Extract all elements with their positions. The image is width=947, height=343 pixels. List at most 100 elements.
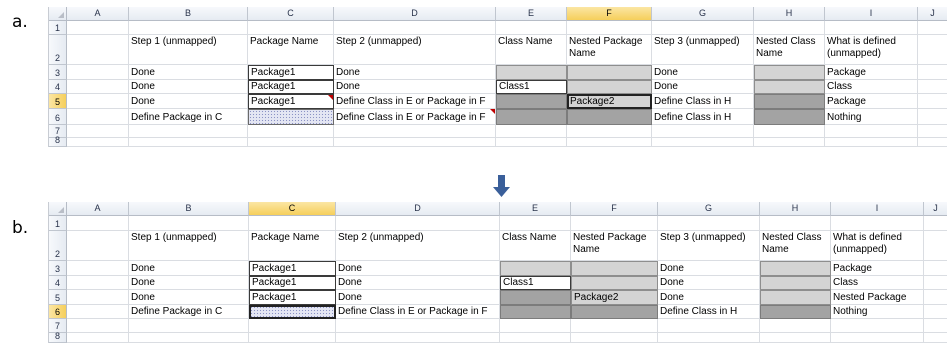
grid-cell[interactable] xyxy=(825,125,918,138)
header-cell-h[interactable]: Nested Class Name xyxy=(760,231,831,261)
cell-d5[interactable]: Done xyxy=(336,290,500,305)
column-header-i[interactable]: I xyxy=(831,202,924,216)
column-header-h[interactable]: H xyxy=(760,202,831,216)
grid-cell[interactable] xyxy=(334,138,496,147)
header-cell-b[interactable]: Step 1 (unmapped) xyxy=(129,231,249,261)
grid-cell[interactable] xyxy=(754,21,825,35)
header-cell-g[interactable]: Step 3 (unmapped) xyxy=(658,231,760,261)
column-header-a[interactable]: A xyxy=(67,202,129,216)
header-cell-h[interactable]: Nested Class Name xyxy=(754,35,825,65)
grid-cell[interactable] xyxy=(924,305,947,319)
column-header-e[interactable]: E xyxy=(496,7,567,21)
grid-cell[interactable] xyxy=(918,94,947,109)
grid-cell[interactable] xyxy=(67,216,129,231)
cell-c6[interactable] xyxy=(249,305,336,319)
grid-cell[interactable] xyxy=(918,35,947,65)
column-header-d[interactable]: D xyxy=(334,7,496,21)
cell-f3[interactable] xyxy=(571,261,658,276)
cell-e3[interactable] xyxy=(500,261,571,276)
column-header-j[interactable]: J xyxy=(924,202,947,216)
grid-cell[interactable] xyxy=(831,319,924,333)
grid-cell[interactable] xyxy=(760,216,831,231)
grid-cell[interactable] xyxy=(924,333,947,343)
grid-cell[interactable] xyxy=(918,109,947,125)
header-cell-e[interactable]: Class Name xyxy=(500,231,571,261)
cell-b3[interactable]: Done xyxy=(129,65,248,80)
grid-cell[interactable] xyxy=(67,35,129,65)
grid-cell[interactable] xyxy=(129,138,248,147)
grid-cell[interactable] xyxy=(500,333,571,343)
cell-i5[interactable]: Package xyxy=(825,94,918,109)
cell-f6[interactable] xyxy=(567,109,652,125)
grid-cell[interactable] xyxy=(831,333,924,343)
grid-cell[interactable] xyxy=(249,333,336,343)
grid-cell[interactable] xyxy=(129,319,249,333)
grid-cell[interactable] xyxy=(67,21,129,35)
cell-g5[interactable]: Done xyxy=(658,290,760,305)
cell-b3[interactable]: Done xyxy=(129,261,249,276)
header-cell-d[interactable]: Step 2 (unmapped) xyxy=(334,35,496,65)
grid-cell[interactable] xyxy=(67,333,129,343)
grid-cell[interactable] xyxy=(571,333,658,343)
row-header-4[interactable]: 4 xyxy=(49,276,67,290)
header-cell-b[interactable]: Step 1 (unmapped) xyxy=(129,35,248,65)
row-header-8[interactable]: 8 xyxy=(49,331,67,343)
spreadsheet-a[interactable]: A B C D E F G H I J 1 2 3 4 5 6 7 8 Step 1 (unmapped) Packa… xyxy=(48,7,947,147)
cell-g6[interactable]: Define Class in H xyxy=(652,109,754,125)
cell-e3[interactable] xyxy=(496,65,567,80)
select-all-corner[interactable] xyxy=(49,202,67,216)
grid-cell[interactable] xyxy=(918,138,947,147)
header-cell-i[interactable]: What is defined (unmapped) xyxy=(831,231,924,261)
grid-cell[interactable] xyxy=(67,231,129,261)
grid-cell[interactable] xyxy=(67,305,129,319)
grid-cell[interactable] xyxy=(571,216,658,231)
cell-f6[interactable] xyxy=(571,305,658,319)
cell-i6[interactable]: Nothing xyxy=(831,305,924,319)
grid-cell[interactable] xyxy=(67,290,129,305)
grid-cell[interactable] xyxy=(129,216,249,231)
cell-h5[interactable] xyxy=(754,94,825,109)
grid-cell[interactable] xyxy=(918,21,947,35)
grid-cell[interactable] xyxy=(67,94,129,109)
cell-b5[interactable]: Done xyxy=(129,290,249,305)
cell-d6[interactable]: Define Class in E or Package in F xyxy=(334,109,496,125)
cell-i6[interactable]: Nothing xyxy=(825,109,918,125)
grid-cell[interactable] xyxy=(652,138,754,147)
cell-c4[interactable]: Package1 xyxy=(249,276,336,290)
row-header-6[interactable]: 6 xyxy=(49,109,67,125)
row-header-2[interactable]: 2 xyxy=(49,35,67,65)
grid-cell[interactable] xyxy=(496,125,567,138)
cell-c5[interactable]: Package1 xyxy=(248,94,334,109)
cell-h3[interactable] xyxy=(754,65,825,80)
grid-cell[interactable] xyxy=(571,319,658,333)
header-cell-i[interactable]: What is defined (unmapped) xyxy=(825,35,918,65)
grid-cell[interactable] xyxy=(754,125,825,138)
header-cell-e[interactable]: Class Name xyxy=(496,35,567,65)
column-header-i[interactable]: I xyxy=(825,7,918,21)
grid-cell[interactable] xyxy=(658,333,760,343)
column-header-a[interactable]: A xyxy=(67,7,129,21)
cell-e4[interactable]: Class1 xyxy=(500,276,571,290)
grid-cell[interactable] xyxy=(567,21,652,35)
cell-f3[interactable] xyxy=(567,65,652,80)
column-header-b[interactable]: B xyxy=(129,7,248,21)
grid-cell[interactable] xyxy=(924,319,947,333)
column-header-f[interactable]: F xyxy=(567,7,652,21)
cell-d5[interactable]: Define Class in E or Package in F xyxy=(334,94,496,109)
grid-cell[interactable] xyxy=(129,333,249,343)
cell-c3[interactable]: Package1 xyxy=(248,65,334,80)
grid-cell[interactable] xyxy=(336,333,500,343)
column-header-f[interactable]: F xyxy=(571,202,658,216)
grid-cell[interactable] xyxy=(67,261,129,276)
row-header-5[interactable]: 5 xyxy=(49,94,67,109)
grid-cell[interactable] xyxy=(67,65,129,80)
cell-i3[interactable]: Package xyxy=(831,261,924,276)
column-header-d[interactable]: D xyxy=(336,202,500,216)
cell-g5[interactable]: Define Class in H xyxy=(652,94,754,109)
column-header-e[interactable]: E xyxy=(500,202,571,216)
grid-cell[interactable] xyxy=(129,125,248,138)
grid-cell[interactable] xyxy=(567,125,652,138)
grid-cell[interactable] xyxy=(825,21,918,35)
grid-cell[interactable] xyxy=(658,319,760,333)
cell-i5[interactable]: Nested Package xyxy=(831,290,924,305)
